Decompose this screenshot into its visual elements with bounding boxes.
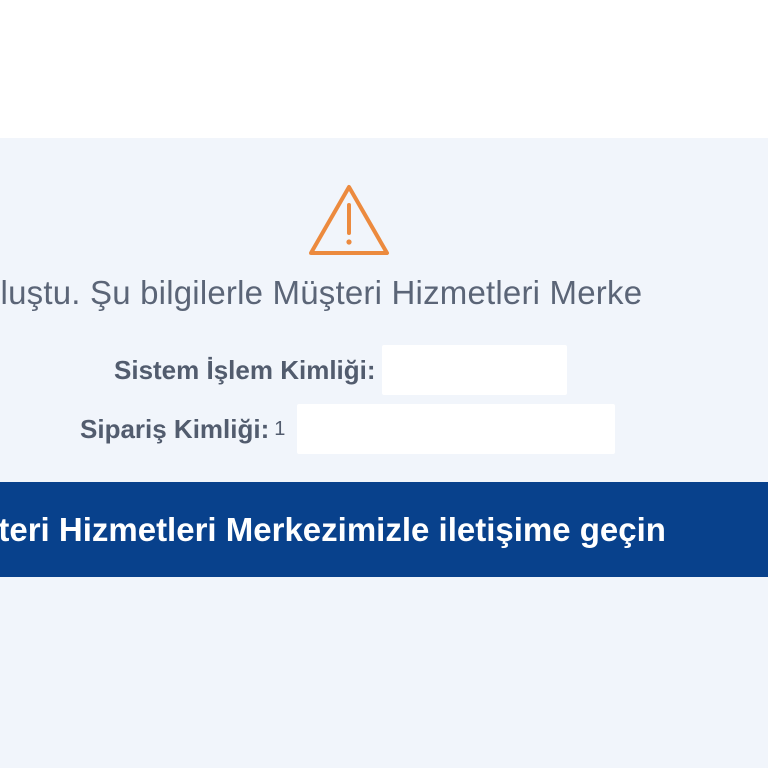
top-blank-area: [0, 0, 768, 138]
system-transaction-id-value-redacted: [381, 345, 567, 395]
order-id-label: Sipariş Kimliği:: [80, 413, 270, 444]
contact-customer-service-text: steri Hizmetleri Merkezimizle iletişime …: [0, 510, 666, 548]
error-message: oluştu. Şu bilgilerle Müşteri Hizmetleri…: [0, 274, 643, 311]
system-transaction-id-row: Sistem İşlem Kimliği:: [114, 345, 567, 395]
order-id-row: Sipariş Kimliği: 1: [80, 404, 616, 454]
warning-triangle-icon: [309, 185, 389, 255]
system-transaction-id-label: Sistem İşlem Kimliği:: [114, 354, 376, 385]
order-id-value-redacted: [297, 404, 616, 454]
error-panel: oluştu. Şu bilgilerle Müşteri Hizmetleri…: [0, 138, 768, 768]
order-id-partial-char: 1: [274, 417, 286, 440]
contact-customer-service-banner[interactable]: steri Hizmetleri Merkezimizle iletişime …: [0, 482, 768, 577]
